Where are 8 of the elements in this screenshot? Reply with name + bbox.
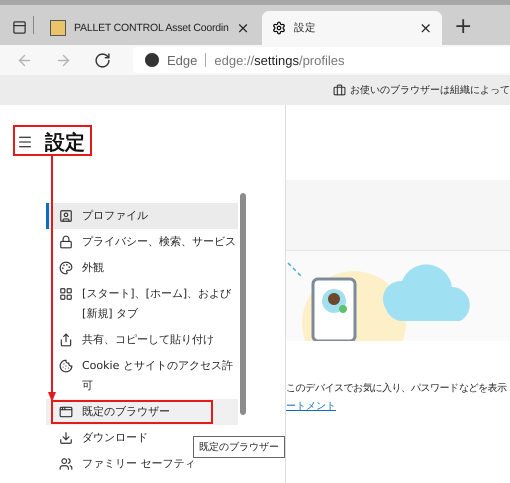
tab-title: 設定 — [294, 21, 317, 35]
settings-title: 設定 — [45, 128, 85, 156]
url-text: edge://settings/profiles — [214, 52, 344, 68]
site-label: Edge — [167, 52, 198, 68]
tooltip: 既定のブラウザー — [193, 436, 285, 458]
sync-description: このデバイスでお気に入り、パスワードなどを表示 — [286, 382, 508, 395]
tab-title: PALLET CONTROL Asset Coordin — [74, 22, 229, 34]
managed-notice: お使いのブラウザーは組織によって — [350, 84, 510, 97]
